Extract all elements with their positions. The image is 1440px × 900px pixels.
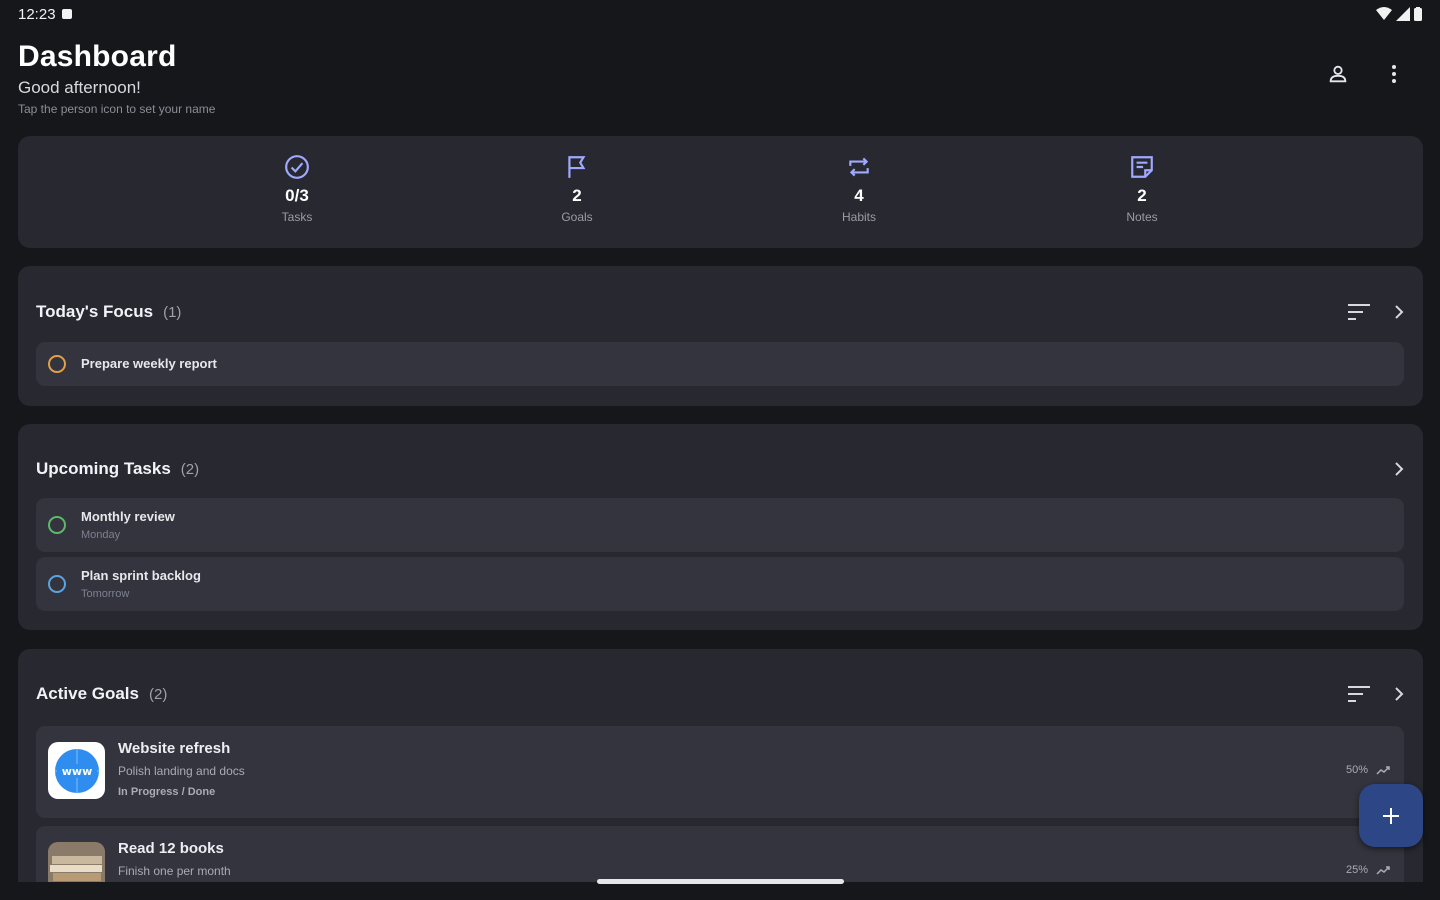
home-indicator[interactable] (597, 879, 844, 884)
task-title: Plan sprint backlog (81, 568, 201, 583)
goal-status: In Progress / Done (118, 786, 216, 798)
header: Dashboard Good afternoon! Tap the person… (18, 40, 1422, 124)
task-status-ring[interactable] (48, 575, 66, 593)
person-icon (1329, 65, 1347, 83)
battery-icon (1414, 7, 1422, 21)
goal-progress: 50% (1346, 764, 1390, 776)
stat-label: Notes (1126, 210, 1158, 224)
goal-progress-value: 25% (1345, 864, 1368, 876)
stat-label: Tasks (281, 210, 313, 224)
plus-icon (1383, 807, 1399, 824)
sort-icon[interactable] (1347, 685, 1371, 703)
upcoming-card: Upcoming Tasks (2) Monthly review Monday… (18, 424, 1423, 630)
goal-progress: 25% (1346, 864, 1390, 876)
check-circle-icon (285, 155, 309, 179)
signal-icon (1396, 7, 1410, 21)
more-vert-icon (1392, 65, 1396, 83)
task-status-ring[interactable] (48, 355, 66, 373)
goal-row[interactable]: www Website refresh Polish landing and d… (36, 726, 1404, 818)
greeting-text: Good afternoon! (18, 78, 141, 97)
stat-value: 0/3 (285, 186, 309, 205)
task-due: Tomorrow (81, 588, 130, 600)
stat-label: Goals (561, 210, 593, 224)
upcoming-task-row[interactable]: Plan sprint backlog Tomorrow (36, 557, 1404, 611)
section-title: Active Goals (36, 684, 139, 703)
section-title: Upcoming Tasks (36, 459, 171, 478)
goal-description: Finish one per month (118, 864, 231, 878)
goal-description: Polish landing and docs (118, 764, 245, 778)
goal-title: Website refresh (118, 740, 231, 757)
profile-button[interactable] (1326, 62, 1350, 86)
chevron-right-icon[interactable] (1393, 461, 1405, 477)
notification-icon (61, 9, 72, 19)
task-due: Monday (81, 529, 121, 541)
task-status-ring[interactable] (48, 516, 66, 534)
section-title: Today's Focus (36, 302, 154, 321)
section-count: (2) (149, 685, 168, 703)
task-title: Prepare weekly report (81, 356, 217, 371)
wifi-icon (1376, 7, 1392, 20)
goal-title: Read 12 books (118, 840, 224, 857)
more-options-button[interactable] (1382, 62, 1406, 86)
globe-www-icon: www (54, 748, 99, 793)
status-time: 12:23 (18, 5, 56, 23)
flag-icon (568, 156, 586, 178)
goal-thumbnail: www (48, 742, 105, 799)
focus-task-row[interactable]: Prepare weekly report (36, 342, 1404, 386)
system-nav-bar (0, 882, 1440, 900)
sort-icon[interactable] (1347, 303, 1371, 321)
stat-label: Habits (841, 210, 876, 224)
goals-card: Active Goals (2) www Website refresh Pol… (18, 649, 1423, 894)
stat-habits[interactable]: 4 Habits (799, 154, 919, 224)
stat-value: 2 (1137, 186, 1147, 205)
page-title: Dashboard (18, 40, 177, 73)
chevron-right-icon[interactable] (1393, 686, 1405, 702)
goal-progress-value: 50% (1345, 764, 1368, 776)
trending-up-icon (1376, 866, 1390, 875)
stat-value: 2 (572, 186, 582, 205)
stat-goals[interactable]: 2 Goals (517, 154, 637, 224)
focus-card: Today's Focus (1) Prepare weekly report (18, 266, 1423, 406)
section-count: (1) (163, 303, 182, 321)
stat-tasks[interactable]: 0/3 Tasks (237, 154, 357, 224)
hint-text: Tap the person icon to set your name (18, 102, 216, 116)
stat-value: 4 (854, 186, 864, 205)
repeat-icon (849, 157, 869, 177)
thumb-label: www (61, 765, 92, 778)
task-title: Monthly review (81, 509, 175, 524)
section-count: (2) (180, 460, 200, 478)
upcoming-task-row[interactable]: Monthly review Monday (36, 498, 1404, 552)
chevron-right-icon[interactable] (1393, 304, 1405, 320)
note-icon (1131, 156, 1153, 178)
trending-up-icon (1376, 766, 1390, 775)
stats-card: 0/3 Tasks 2 Goals 4 Habits 2 Notes (18, 136, 1423, 248)
add-fab-button[interactable] (1359, 784, 1423, 847)
stat-notes[interactable]: 2 Notes (1082, 154, 1202, 224)
status-bar: 12:23 (0, 0, 1440, 28)
